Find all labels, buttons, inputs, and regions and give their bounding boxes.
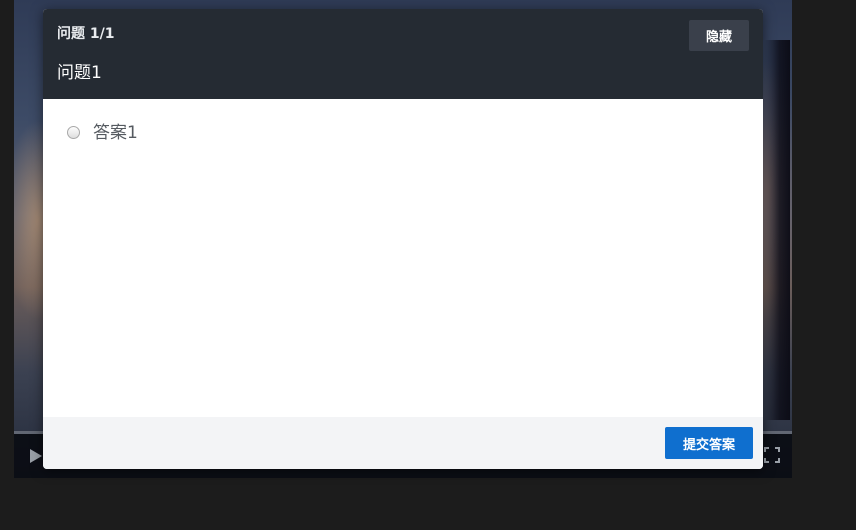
answer-option[interactable]: 答案1	[67, 121, 138, 145]
video-scenery	[764, 40, 790, 420]
question-title: 问题1	[57, 63, 102, 83]
quiz-dialog: 问题 1/1 问题1 隐藏 答案1 提交答案	[43, 9, 763, 469]
page: 问题 1/1 问题1 隐藏 答案1 提交答案	[0, 0, 856, 530]
hide-button[interactable]: 隐藏	[689, 20, 749, 51]
question-progress: 问题 1/1	[57, 26, 115, 42]
answer-option-label[interactable]: 答案1	[93, 123, 138, 143]
quiz-header: 问题 1/1 问题1 隐藏	[43, 9, 763, 99]
fullscreen-icon[interactable]	[764, 447, 780, 463]
quiz-footer: 提交答案	[43, 417, 763, 469]
submit-answer-button[interactable]: 提交答案	[665, 427, 753, 459]
answer-radio[interactable]	[67, 125, 80, 139]
quiz-body: 答案1	[43, 99, 763, 417]
play-icon[interactable]	[30, 449, 42, 463]
